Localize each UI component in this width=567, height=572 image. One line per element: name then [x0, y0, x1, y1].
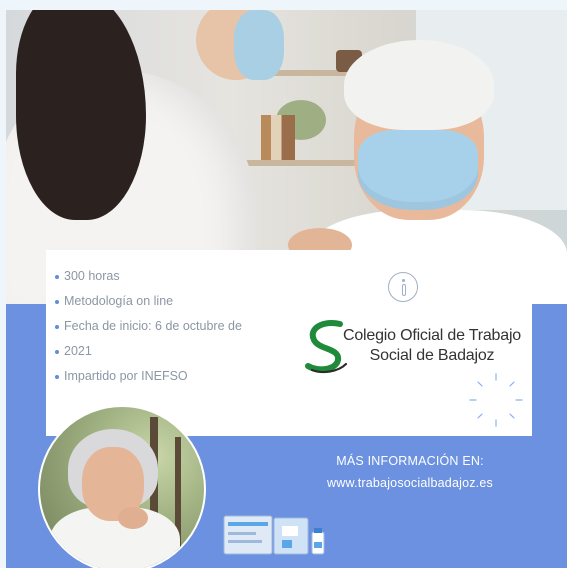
website-link[interactable]: www.trabajosocialbadajoz.es [290, 472, 530, 494]
list-item: Impartido por INEFSO [54, 364, 280, 389]
list-item: 2021 [54, 339, 280, 364]
logo-text: Colegio Oficial de Trabajo Social de Bad… [342, 326, 522, 366]
course-details-list: 300 horas Metodología on line Fecha de i… [54, 264, 280, 389]
dots-ring-icon [469, 373, 523, 427]
course-details-panel: 300 horas Metodología on line Fecha de i… [46, 250, 290, 436]
course-poster: 300 horas Metodología on line Fecha de i… [0, 0, 567, 572]
list-item: Fecha de inicio: 6 de octubre de [54, 314, 280, 339]
logo-line-1: Colegio Oficial de Trabajo [342, 327, 521, 344]
list-item: 300 horas [54, 264, 280, 289]
contact-info: MÁS INFORMACIÓN EN: www.trabajosocialbad… [290, 450, 530, 494]
contact-heading: MÁS INFORMACIÓN EN: [336, 454, 484, 468]
logo-panel: Colegio Oficial de Trabajo Social de Bad… [290, 250, 532, 436]
list-item: Metodología on line [54, 289, 280, 314]
elderly-woman-photo [38, 405, 206, 572]
card-illustration-icon [223, 515, 325, 555]
info-icon [388, 272, 418, 302]
logo-line-2: Social de Badajoz [369, 347, 495, 364]
